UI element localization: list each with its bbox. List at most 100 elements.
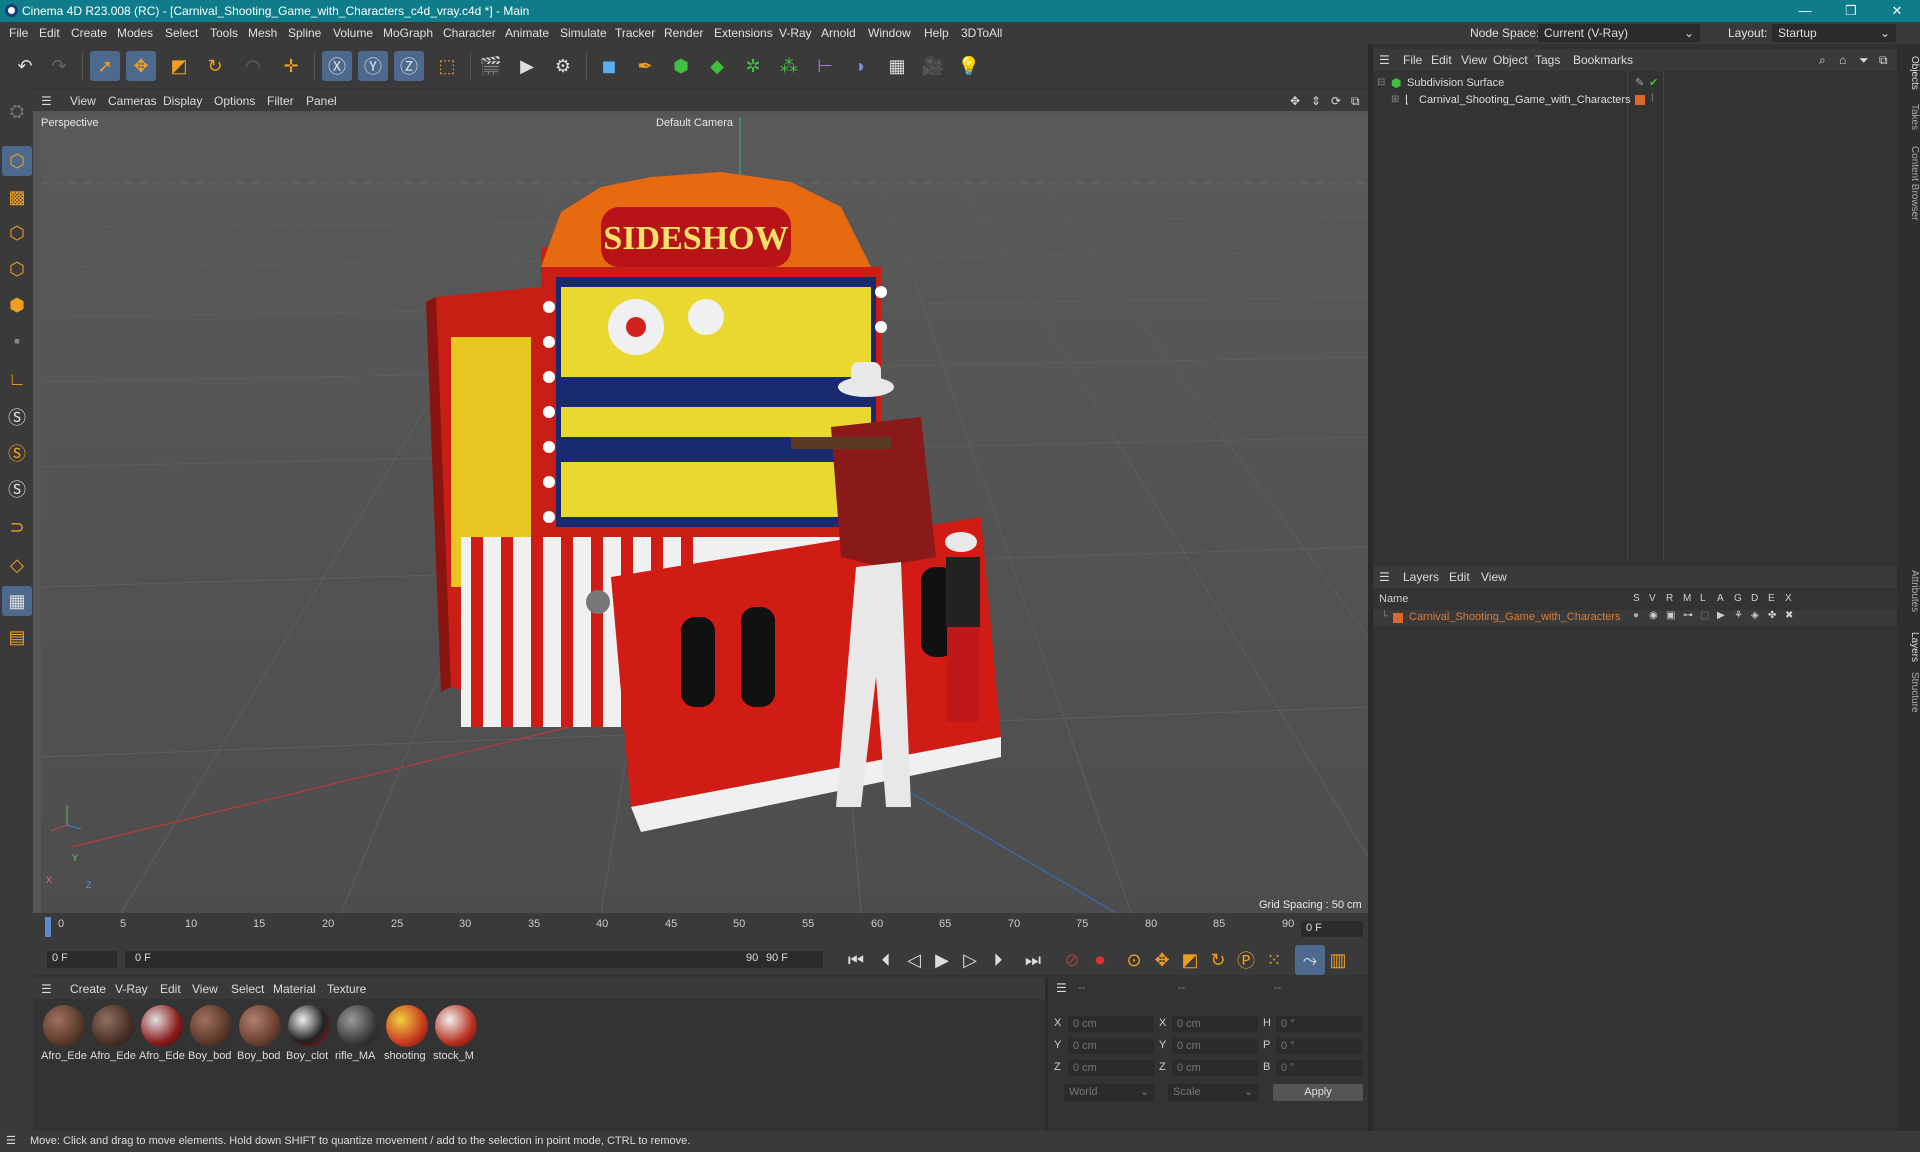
menu-extensions[interactable]: Extensions	[714, 26, 773, 40]
texture-mode-icon[interactable]: ▩	[2, 182, 32, 212]
z-axis-lock-icon[interactable]: Ⓩ	[394, 51, 424, 81]
maximize-button[interactable]: ❐	[1828, 0, 1874, 22]
range-slider[interactable]: 0 F 90 F	[125, 951, 780, 968]
menu-select[interactable]: Select	[165, 26, 198, 40]
menu-vray[interactable]: V-Ray	[779, 26, 812, 40]
transform-icon[interactable]: ✛	[276, 51, 306, 81]
scale-icon[interactable]: ◩	[164, 51, 194, 81]
material-menu-texture[interactable]: Texture	[327, 982, 366, 996]
next-frame-icon[interactable]: ▷	[955, 945, 985, 975]
tab-objects[interactable]: Objects	[1897, 56, 1920, 90]
menu-edit[interactable]: Edit	[39, 26, 60, 40]
panel-divider[interactable]	[1045, 978, 1048, 1131]
point-level-key-icon[interactable]: ⁙	[1259, 945, 1289, 975]
scale-key-icon[interactable]: ◩	[1175, 945, 1205, 975]
layer-menu-layers[interactable]: Layers	[1403, 570, 1439, 584]
expand-icon[interactable]: ⊞	[1391, 94, 1399, 105]
material-swatch[interactable]: shooting	[384, 1005, 430, 1065]
menu-tools[interactable]: Tools	[210, 26, 238, 40]
autokey-icon[interactable]: ⏺	[1085, 945, 1115, 975]
rotation-b-field[interactable]: 0 °	[1276, 1060, 1362, 1076]
render-view-icon[interactable]: 🎬	[476, 51, 506, 81]
x-axis-lock-icon[interactable]: Ⓧ	[322, 51, 352, 81]
object-menu-bookmarks[interactable]: Bookmarks	[1573, 53, 1633, 67]
snap-icon[interactable]: Ⓢ	[2, 402, 32, 432]
menu-3dtoall[interactable]: 3DToAll	[961, 26, 1002, 40]
extrude-generator-icon[interactable]: ◆	[702, 51, 732, 81]
object-row[interactable]: ⊞ ⌊ Carnival_Shooting_Game_with_Characte…	[1377, 93, 1897, 109]
size-mode-dropdown[interactable]: Scale ⌄	[1168, 1084, 1258, 1101]
go-to-start-icon[interactable]: ⏮	[841, 945, 871, 975]
menu-create[interactable]: Create	[71, 26, 107, 40]
render-clapper-icon[interactable]: ▣	[1666, 610, 1675, 621]
new-window-icon[interactable]: ⧉	[1879, 53, 1888, 68]
uv-mode-icon[interactable]: ▪	[2, 326, 32, 356]
material-menu-material[interactable]: Material	[273, 982, 316, 996]
viewport-move-icon[interactable]: ✥	[1290, 94, 1300, 108]
hamburger-icon[interactable]: ☰	[1379, 570, 1390, 584]
layer-color-swatch[interactable]	[1635, 95, 1645, 105]
select-cursor-icon[interactable]: ➚	[90, 51, 120, 81]
edges-mode-icon[interactable]: ⬡	[2, 254, 32, 284]
coordinate-system-dropdown[interactable]: World ⌄	[1064, 1084, 1154, 1101]
polygons-mode-icon[interactable]: ⬢	[2, 290, 32, 320]
viewport-rotate-icon[interactable]: ⟳	[1331, 94, 1341, 108]
material-swatch[interactable]: Boy_bod	[188, 1005, 234, 1065]
previous-frame-icon[interactable]: ◁	[899, 945, 929, 975]
tab-takes[interactable]: Takes	[1897, 104, 1920, 130]
size-x-field[interactable]: 0 cm	[1172, 1016, 1258, 1032]
menu-arnold[interactable]: Arnold	[821, 26, 856, 40]
home-icon[interactable]: ⌂	[1839, 53, 1846, 67]
3d-viewport[interactable]: SIDESHOW Perspective Default Camera Grid…	[41, 117, 1368, 913]
expression-icon[interactable]: ✤	[1768, 610, 1776, 621]
move-icon[interactable]: ✥	[126, 51, 156, 81]
viewport-menu-panel[interactable]: Panel	[306, 94, 337, 108]
animation-play-icon[interactable]: ▶	[1717, 610, 1725, 621]
menu-tracker[interactable]: Tracker	[615, 26, 655, 40]
field-icon[interactable]: ◗	[846, 51, 876, 81]
layer-menu-edit[interactable]: Edit	[1449, 570, 1470, 584]
node-space-dropdown[interactable]: Current (V-Ray) ⌄	[1538, 24, 1700, 42]
axis-icon[interactable]: ∟	[2, 364, 32, 394]
tab-structure[interactable]: Structure	[1897, 672, 1920, 713]
object-menu-object[interactable]: Object	[1493, 53, 1528, 67]
eye-icon[interactable]: ◉	[1649, 610, 1658, 621]
magnet-icon[interactable]: ⊃	[2, 512, 32, 542]
layer-menu-view[interactable]: View	[1481, 570, 1507, 584]
menu-simulate[interactable]: Simulate	[560, 26, 607, 40]
material-menu-view[interactable]: View	[192, 982, 218, 996]
redo-icon[interactable]: ↷	[44, 51, 74, 81]
panel-divider[interactable]	[1368, 44, 1373, 1131]
points-mode-icon[interactable]: ⬡	[2, 218, 32, 248]
end-frame-field[interactable]: 90 F	[761, 951, 823, 968]
next-key-icon[interactable]: ⏵	[983, 945, 1013, 975]
previous-key-icon[interactable]: ⏴	[871, 945, 901, 975]
go-to-end-icon[interactable]: ⏭	[1018, 945, 1048, 975]
current-frame-field[interactable]: 0 F	[1301, 921, 1363, 937]
pen-spline-icon[interactable]: ✒	[630, 51, 660, 81]
close-button[interactable]: ✕	[1874, 0, 1920, 22]
mograph-icon[interactable]: ⁂	[774, 51, 804, 81]
motion-system-icon[interactable]: ⤳	[1295, 945, 1325, 975]
solo-dot-icon[interactable]: ●	[1633, 610, 1639, 621]
play-icon[interactable]: ▶	[927, 945, 957, 975]
tab-layers[interactable]: Layers	[1897, 632, 1920, 662]
timeline-icon[interactable]: ▥	[1323, 945, 1353, 975]
viewport-zoom-icon[interactable]: ⇕	[1311, 94, 1321, 108]
material-swatch[interactable]: Boy_clot	[286, 1005, 332, 1065]
viewport-maximize-icon[interactable]: ⧉	[1351, 94, 1360, 109]
xref-icon[interactable]: ✖	[1785, 610, 1793, 621]
light-icon[interactable]: 💡	[954, 51, 984, 81]
keyframe-selection-icon[interactable]: ⊙	[1119, 945, 1149, 975]
solo-hierarchy-icon[interactable]: Ⓢ	[2, 474, 32, 504]
record-disabled-icon[interactable]: ⊘	[1057, 945, 1087, 975]
material-swatch[interactable]: Afro_Ede	[90, 1005, 136, 1065]
generator-icon[interactable]: ⚘	[1734, 610, 1743, 621]
tab-attributes[interactable]: Attributes	[1897, 570, 1920, 612]
coordinate-system-icon[interactable]: ⬚	[432, 51, 462, 81]
minimize-button[interactable]: —	[1782, 0, 1828, 22]
layer-row[interactable]: └ Carnival_Shooting_Game_with_Characters…	[1373, 610, 1897, 626]
timeline-ruler[interactable]: 0 F	[33, 913, 1368, 945]
hamburger-icon[interactable]: ☰	[6, 1134, 16, 1147]
y-axis-lock-icon[interactable]: Ⓨ	[358, 51, 388, 81]
